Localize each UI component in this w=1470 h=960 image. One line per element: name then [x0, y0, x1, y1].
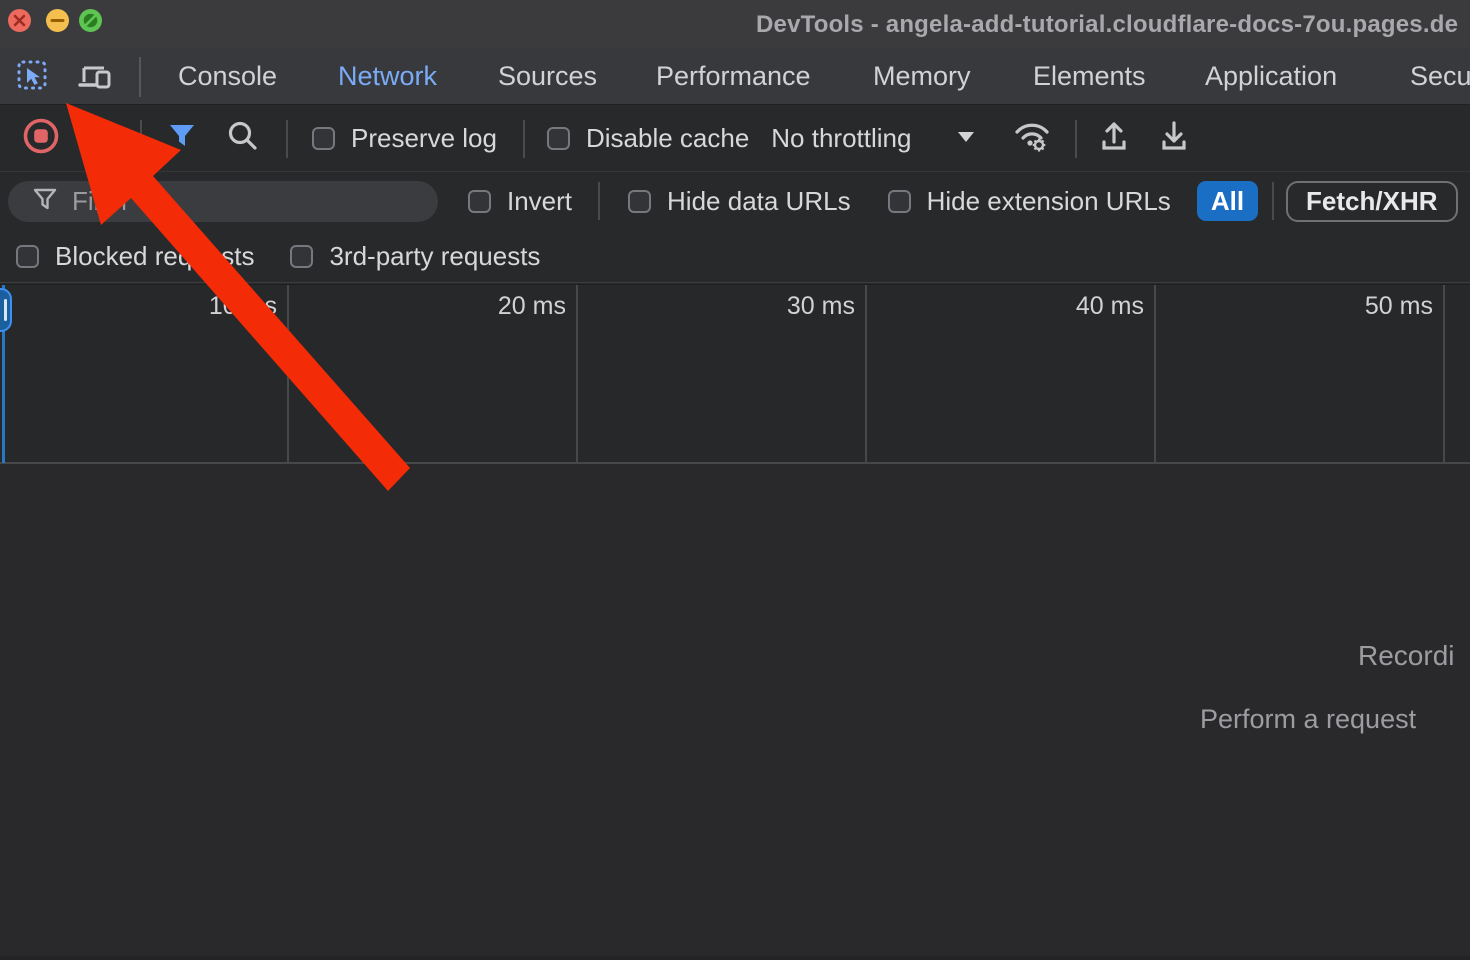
disable-cache-label: Disable cache	[586, 123, 749, 154]
network-filter-bar-row2: Blocked requests 3rd-party requests	[0, 230, 1470, 283]
filter-separator	[598, 182, 600, 220]
filter-separator	[1272, 182, 1274, 220]
throttling-select[interactable]: No throttling	[771, 123, 911, 154]
empty-state-hint-text: Perform a request	[1200, 704, 1416, 735]
tab-application[interactable]: Application	[1205, 48, 1337, 104]
filter-input-pill[interactable]	[8, 181, 438, 222]
tab-sources[interactable]: Sources	[498, 48, 597, 104]
network-filter-bar: Invert Hide data URLs Hide extension URL…	[0, 172, 1470, 230]
network-overview-timeline[interactable]: 10 ms 20 ms 30 ms 40 ms 50 ms	[0, 284, 1470, 464]
filter-fetch-xhr-button[interactable]: Fetch/XHR	[1286, 181, 1457, 222]
inspect-cursor-icon	[14, 57, 50, 98]
import-har-icon[interactable]	[1097, 118, 1131, 159]
network-toolbar: Preserve log Disable cache No throttling	[0, 106, 1470, 172]
tab-performance[interactable]: Performance	[656, 48, 811, 104]
blocked-requests-checkbox[interactable]	[16, 245, 39, 268]
network-conditions-icon[interactable]	[1011, 118, 1053, 159]
timeline-tick: 10 ms	[209, 292, 277, 321]
timeline-column: 20 ms	[289, 285, 578, 463]
disable-cache-checkbox[interactable]	[547, 127, 570, 150]
empty-state-recording-text: Recordi	[1358, 640, 1454, 672]
third-party-requests-label: 3rd-party requests	[329, 241, 540, 272]
window-title: DevTools - angela-add-tutorial.cloudflar…	[756, 11, 1458, 39]
tabbar-separator	[139, 57, 141, 97]
overview-drag-handle[interactable]	[0, 288, 12, 332]
toggle-device-toolbar-button[interactable]	[76, 58, 114, 96]
filter-all-button[interactable]: All	[1197, 181, 1258, 221]
tab-security[interactable]: Secu	[1410, 48, 1470, 104]
timeline-column: 40 ms	[867, 285, 1156, 463]
toolbar-separator	[286, 120, 288, 158]
tab-memory[interactable]: Memory	[873, 48, 971, 104]
timeline-tick: 20 ms	[498, 292, 566, 321]
hide-extension-urls-checkbox[interactable]	[888, 190, 911, 213]
devtools-tab-bar: Console Network Sources Performance Memo…	[0, 48, 1470, 105]
invert-label: Invert	[507, 186, 572, 217]
toolbar-separator	[1075, 120, 1077, 158]
tab-network[interactable]: Network	[338, 48, 437, 104]
toolbar-separator	[523, 120, 525, 158]
blocked-requests-label: Blocked requests	[55, 241, 254, 272]
preserve-log-checkbox[interactable]	[312, 127, 335, 150]
preserve-log-label: Preserve log	[351, 123, 497, 154]
hide-data-urls-checkbox[interactable]	[628, 190, 651, 213]
export-har-icon[interactable]	[1157, 118, 1191, 159]
timeline-column: 30 ms	[578, 285, 867, 463]
tab-console[interactable]: Console	[178, 48, 277, 104]
dropdown-caret-icon[interactable]	[957, 130, 975, 148]
hide-extension-urls-label: Hide extension URLs	[927, 186, 1171, 217]
timeline-tick: 30 ms	[787, 292, 855, 321]
filter-funnel-icon	[32, 186, 58, 217]
timeline-tick: 50 ms	[1365, 292, 1433, 321]
toolbar-separator	[140, 120, 142, 158]
filter-toggle-button[interactable]	[166, 120, 198, 157]
title-bar: DevTools - angela-add-tutorial.cloudflar…	[0, 0, 1470, 48]
tab-elements[interactable]: Elements	[1033, 48, 1146, 104]
timeline-column: 10 ms	[0, 285, 289, 463]
stop-recording-button[interactable]	[22, 117, 60, 160]
clear-network-log-button[interactable]	[82, 119, 116, 158]
timeline-column: 50 ms	[1156, 285, 1445, 463]
invert-checkbox[interactable]	[468, 190, 491, 213]
window-bottom-edge	[0, 956, 1470, 960]
close-window-button[interactable]	[8, 9, 31, 32]
timeline-tick: 40 ms	[1076, 292, 1144, 321]
zoom-window-button[interactable]	[79, 9, 102, 32]
search-button[interactable]	[226, 119, 260, 158]
hide-data-urls-label: Hide data URLs	[667, 186, 851, 217]
minimize-window-button[interactable]	[46, 9, 69, 32]
filter-input[interactable]	[72, 186, 392, 217]
device-toolbar-icon	[76, 56, 114, 99]
third-party-requests-checkbox[interactable]	[290, 245, 313, 268]
inspect-element-button[interactable]	[13, 58, 51, 96]
devtools-window: DevTools - angela-add-tutorial.cloudflar…	[0, 0, 1470, 960]
